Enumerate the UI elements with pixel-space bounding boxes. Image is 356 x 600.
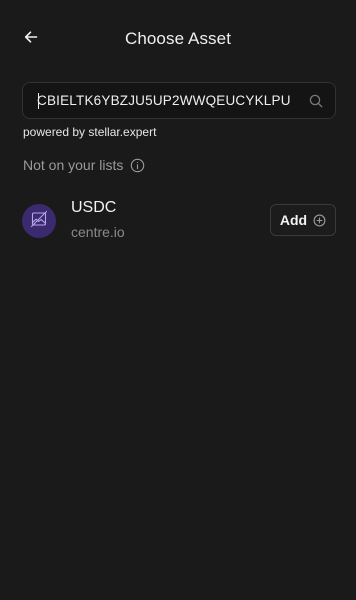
search-icon[interactable] (301, 83, 331, 118)
section-header-unlisted: Not on your lists (23, 157, 145, 173)
add-asset-button[interactable]: Add (270, 204, 336, 236)
asset-row: USDC centre.io Add (22, 198, 336, 244)
text-caret (38, 93, 39, 109)
image-placeholder-icon (30, 210, 48, 233)
search-input[interactable] (23, 83, 301, 118)
section-label: Not on your lists (23, 157, 124, 173)
add-button-label: Add (279, 212, 308, 228)
header: Choose Asset (0, 0, 356, 78)
asset-code: USDC (71, 199, 117, 216)
plus-circle-icon (312, 213, 326, 227)
page-title: Choose Asset (124, 29, 232, 48)
choose-asset-screen: Choose Asset powered by stellar.expert N… (0, 0, 356, 600)
powered-by-label: powered by stellar.expert (23, 125, 157, 139)
search-box (22, 82, 336, 119)
info-icon[interactable] (129, 157, 145, 173)
asset-domain: centre.io (71, 224, 125, 240)
asset-avatar (22, 204, 56, 238)
